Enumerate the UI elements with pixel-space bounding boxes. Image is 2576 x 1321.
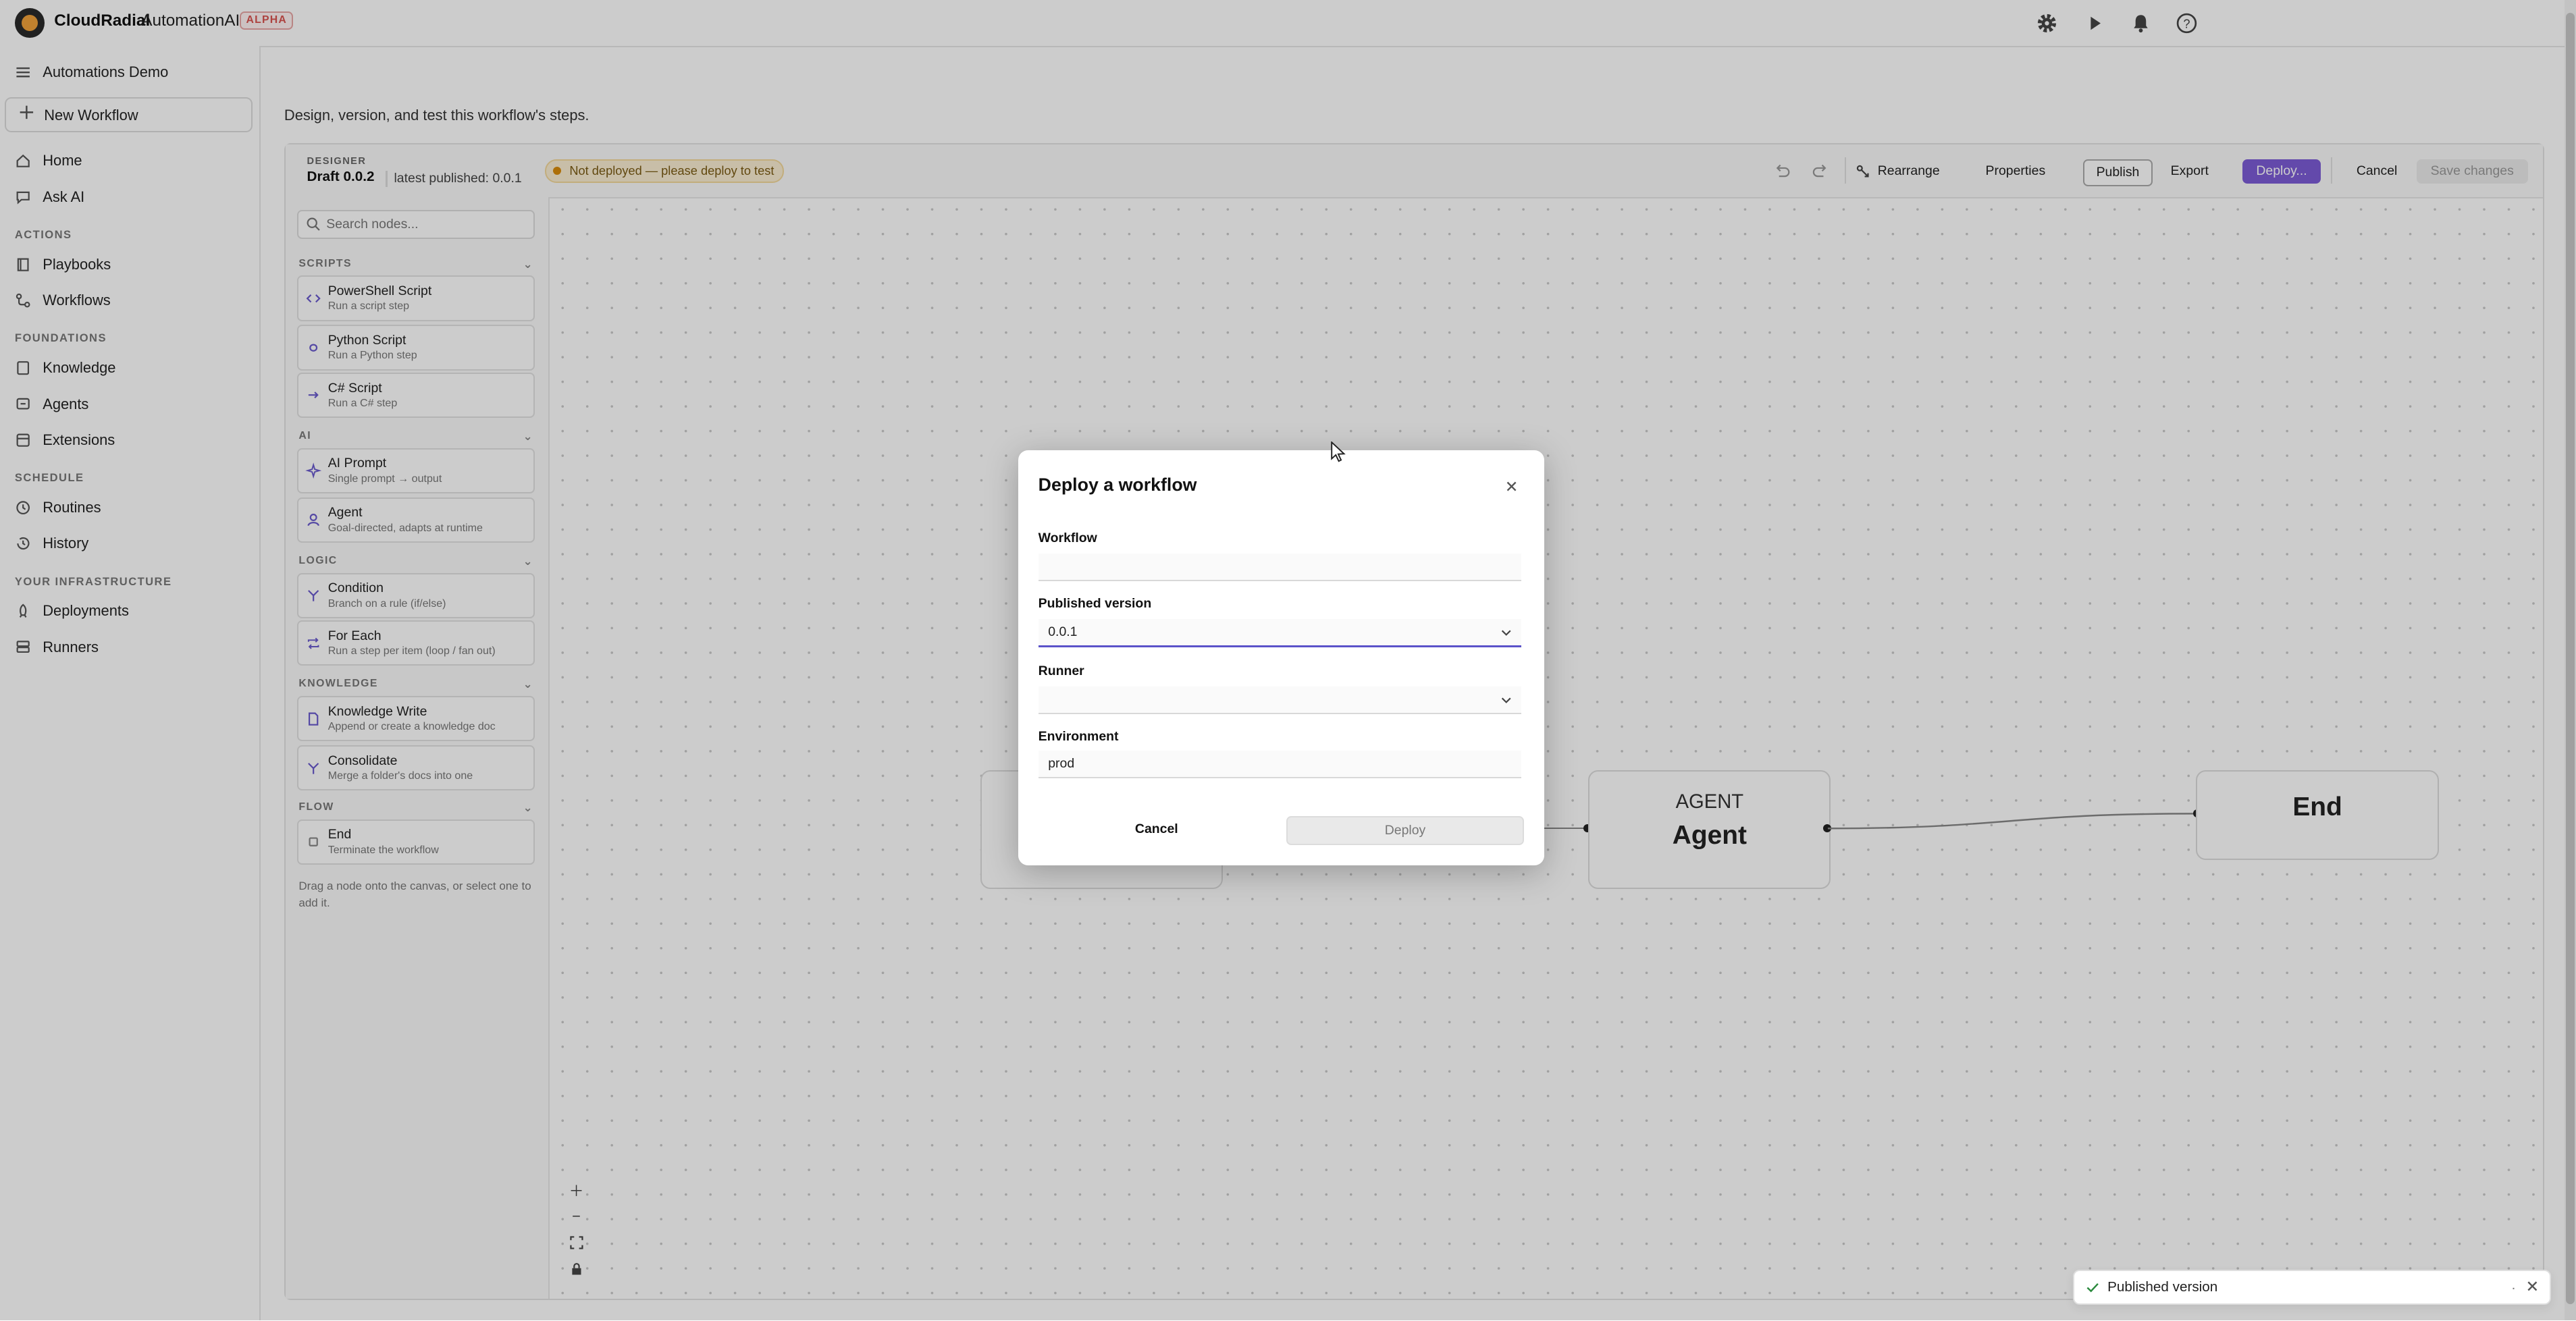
chevron-down-icon xyxy=(1502,630,1511,636)
workflow-field[interactable] xyxy=(1038,553,1521,581)
environment-label: Environment xyxy=(1038,729,1119,745)
published-version-value: 0.0.1 xyxy=(1048,624,1078,640)
close-icon[interactable] xyxy=(1502,477,1521,496)
dialog-deploy-button[interactable]: Deploy xyxy=(1286,816,1524,846)
dialog-title: Deploy a workflow xyxy=(1038,475,1197,495)
toast-close-icon[interactable] xyxy=(2523,1277,2542,1295)
runner-select[interactable] xyxy=(1038,686,1521,714)
dialog-cancel-button[interactable]: Cancel xyxy=(1039,816,1275,842)
toast-message: Published version xyxy=(2107,1279,2218,1295)
toast-extra: . xyxy=(2511,1277,2516,1293)
environment-value: prod xyxy=(1048,755,1075,771)
environment-field[interactable]: prod xyxy=(1038,750,1521,778)
published-version-label: Published version xyxy=(1038,596,1152,612)
check-icon xyxy=(2086,1283,2099,1293)
published-version-select[interactable]: 0.0.1 xyxy=(1038,619,1521,648)
toast-notification: Published version . xyxy=(2073,1269,2551,1305)
deploy-workflow-dialog: Deploy a workflow Workflow Published ver… xyxy=(1018,450,1544,866)
workflow-label: Workflow xyxy=(1038,530,1097,545)
cursor-arrow-icon xyxy=(1330,441,1346,462)
runner-label: Runner xyxy=(1038,663,1084,678)
chevron-down-icon xyxy=(1502,697,1511,703)
